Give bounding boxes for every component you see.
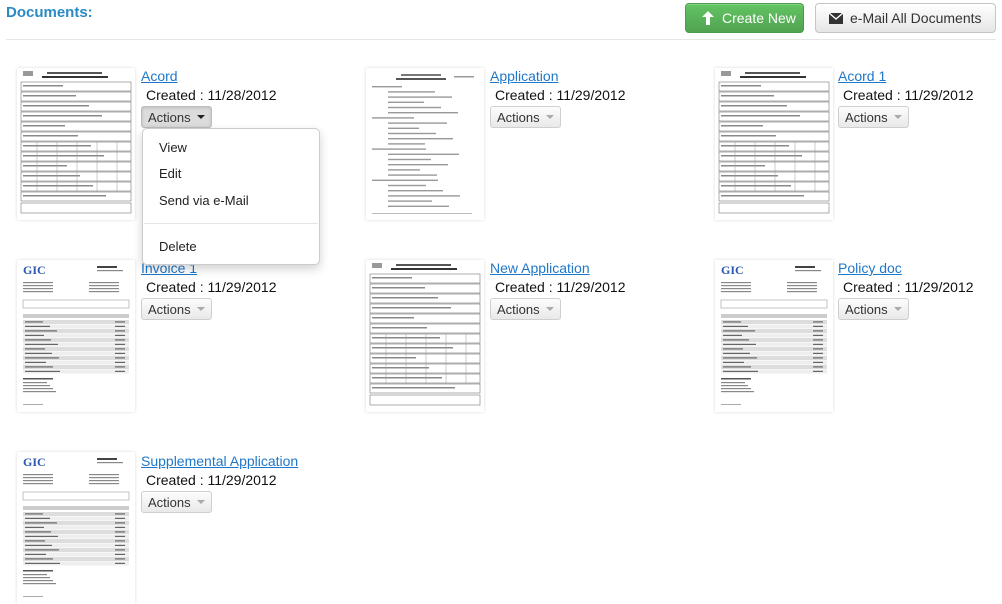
actions-label: Actions	[497, 109, 540, 125]
actions-dropdown-button[interactable]: Actions	[141, 491, 212, 513]
document-thumbnail[interactable]	[715, 68, 833, 220]
caret-down-icon	[545, 115, 554, 119]
document-thumbnail[interactable]: GIC	[17, 260, 135, 412]
create-new-label: Create New	[722, 10, 796, 26]
email-all-label: e-Mail All Documents	[850, 10, 982, 26]
actions-label: Actions	[845, 301, 888, 317]
caret-down-icon	[196, 307, 205, 311]
caret-down-icon	[545, 307, 554, 311]
document-created-date: Created : 11/29/2012	[495, 87, 626, 103]
actions-dropdown-menu: View Edit Send via e-Mail Delete	[142, 128, 320, 265]
document-title-link[interactable]: Policy doc	[838, 260, 902, 276]
menu-item-view[interactable]: View	[159, 140, 187, 155]
document-thumbnail[interactable]	[17, 68, 135, 220]
document-created-date: Created : 11/28/2012	[146, 87, 277, 103]
caret-down-icon	[196, 115, 205, 119]
actions-dropdown-button[interactable]: Actions	[141, 106, 212, 128]
header-divider	[6, 39, 996, 40]
actions-dropdown-button[interactable]: Actions	[490, 298, 561, 320]
document-thumbnail[interactable]: GIC	[715, 260, 833, 412]
document-thumbnail[interactable]: GIC	[17, 452, 135, 604]
actions-label: Actions	[148, 109, 191, 125]
page-title: Documents:	[6, 4, 93, 21]
actions-dropdown-button[interactable]: Actions	[490, 106, 561, 128]
document-created-date: Created : 11/29/2012	[495, 279, 626, 295]
svg-text:GIC: GIC	[23, 455, 46, 469]
caret-down-icon	[196, 500, 205, 504]
menu-item-send-email[interactable]: Send via e-Mail	[159, 193, 249, 208]
actions-label: Actions	[497, 301, 540, 317]
document-created-date: Created : 11/29/2012	[843, 87, 974, 103]
actions-label: Actions	[845, 109, 888, 125]
document-thumbnail[interactable]	[366, 260, 484, 412]
svg-text:GIC: GIC	[23, 263, 46, 277]
actions-label: Actions	[148, 301, 191, 317]
actions-dropdown-button[interactable]: Actions	[141, 298, 212, 320]
document-title-link[interactable]: New Application	[490, 260, 590, 276]
document-title-link[interactable]: Supplemental Application	[141, 453, 298, 469]
document-title-link[interactable]: Acord 1	[838, 68, 886, 84]
menu-item-edit[interactable]: Edit	[159, 166, 181, 181]
actions-label: Actions	[148, 494, 191, 510]
document-title-link[interactable]: Acord	[141, 68, 178, 84]
actions-dropdown-button[interactable]: Actions	[838, 298, 909, 320]
caret-down-icon	[893, 115, 902, 119]
upload-arrow-icon	[700, 10, 716, 26]
document-created-date: Created : 11/29/2012	[146, 279, 277, 295]
actions-dropdown-button[interactable]: Actions	[838, 106, 909, 128]
menu-divider	[144, 223, 318, 224]
create-new-button[interactable]: Create New	[685, 3, 804, 33]
envelope-icon	[828, 10, 844, 26]
menu-item-delete[interactable]: Delete	[159, 239, 197, 254]
document-title-link[interactable]: Application	[490, 68, 559, 84]
caret-down-icon	[893, 307, 902, 311]
document-created-date: Created : 11/29/2012	[146, 472, 277, 488]
document-thumbnail[interactable]	[366, 68, 484, 220]
document-created-date: Created : 11/29/2012	[843, 279, 974, 295]
email-all-documents-button[interactable]: e-Mail All Documents	[815, 3, 996, 33]
svg-text:GIC: GIC	[721, 263, 744, 277]
